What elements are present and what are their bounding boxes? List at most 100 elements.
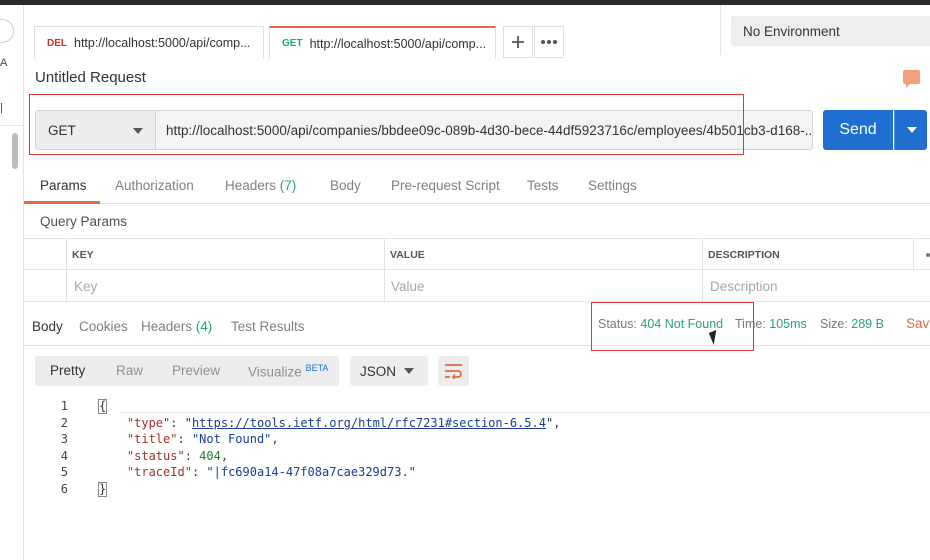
tab-url-label: http://localhost:5000/api/comp... (309, 36, 487, 51)
chevron-down-icon (133, 128, 143, 134)
column-header-description: DESCRIPTION (708, 249, 780, 261)
sidebar-divider (0, 125, 24, 126)
json-link[interactable]: https://tools.ietf.org/html/rfc7231#sect… (192, 416, 546, 430)
postman-window: A | DEL http://localhost:5000/api/comp..… (0, 0, 930, 560)
code-line: } (98, 482, 108, 497)
status-label: Status: (598, 317, 637, 331)
request-config-tabs: Params Authorization Headers (7) Body Pr… (24, 170, 930, 204)
close-brace: } (98, 482, 108, 497)
size-value[interactable]: 289 B (851, 317, 884, 331)
value-input[interactable]: Value (391, 279, 425, 294)
response-tab-cookies[interactable]: Cookies (79, 319, 128, 334)
url-input-value: http://localhost:5000/api/companies/bbde… (166, 122, 813, 138)
tab-body[interactable]: Body (330, 178, 361, 193)
tab-authorization[interactable]: Authorization (115, 178, 194, 193)
format-visualize-button[interactable]: Visualize BETA (248, 363, 328, 380)
tab-get-request[interactable]: GET http://localhost:5000/api/comp... (269, 26, 496, 59)
send-options-button[interactable] (894, 110, 927, 150)
wrap-lines-icon[interactable] (438, 356, 469, 386)
chevron-down-icon (404, 368, 414, 374)
toolbar-divider (720, 5, 721, 55)
line-number: 3 (60, 432, 68, 446)
headers-count: (7) (279, 178, 297, 193)
status-readout: Status: 404 Not Found (598, 317, 723, 331)
language-dropdown-label: JSON (360, 363, 397, 379)
format-pretty-button[interactable]: Pretty (50, 363, 85, 378)
url-input[interactable]: http://localhost:5000/api/companies/bbde… (156, 110, 813, 150)
line-number: 4 (60, 449, 68, 463)
column-divider (384, 239, 385, 303)
description-input[interactable]: Description (710, 279, 778, 294)
table-header-row (24, 239, 930, 270)
query-params-table: KEY VALUE DESCRIPTION Key Value Descript… (24, 238, 930, 303)
response-tab-headers[interactable]: Headers (4) (141, 319, 212, 334)
line-number: 1 (60, 399, 68, 413)
more-horizontal-icon[interactable] (534, 26, 564, 58)
tab-headers[interactable]: Headers (7) (225, 178, 296, 193)
response-tab-headers-label: Headers (141, 319, 193, 334)
json-key: "traceId" (126, 465, 192, 479)
column-divider (66, 239, 67, 303)
tab-method-label: DEL (47, 37, 67, 49)
tab-method-label: GET (282, 38, 303, 49)
tab-headers-label: Headers (225, 178, 277, 193)
time-readout: Time: 105ms (735, 317, 807, 331)
json-string: "Not Found" (191, 432, 272, 446)
code-line: "title": "Not Found", (126, 432, 279, 446)
environment-selector-label: No Environment (743, 23, 840, 39)
table-options-icon[interactable] (926, 253, 930, 257)
visualize-label: Visualize (248, 364, 302, 380)
sidebar-glyph-a: A (0, 57, 8, 69)
format-preview-button[interactable]: Preview (172, 363, 220, 378)
format-raw-button[interactable]: Raw (116, 363, 143, 378)
json-key: "title" (126, 432, 178, 446)
tab-prerequest-script[interactable]: Pre-request Script (391, 178, 500, 193)
tab-params[interactable]: Params (40, 178, 87, 193)
current-line-rule (120, 412, 930, 413)
tab-settings[interactable]: Settings (588, 178, 637, 193)
column-header-value: VALUE (390, 249, 425, 261)
sidebar-button[interactable] (0, 19, 14, 43)
json-key: "status" (126, 449, 185, 463)
time-value[interactable]: 105ms (769, 317, 807, 331)
code-line: { (98, 399, 108, 414)
request-tabs-bar: DEL http://localhost:5000/api/comp... GE… (24, 5, 720, 59)
time-label: Time: (735, 317, 766, 331)
status-value[interactable]: 404 Not Found (640, 317, 723, 331)
response-body-editor[interactable]: 1 2 3 4 5 6 { "type": "https://tools.iet… (24, 396, 930, 501)
sidebar-glyph-b: | (0, 102, 3, 114)
code-line: "status": 404, (126, 449, 229, 463)
sidebar-edge: A | (0, 5, 24, 560)
column-divider (702, 239, 703, 303)
environment-selector[interactable]: No Environment (731, 16, 930, 46)
code-line: "type": "https://tools.ietf.org/html/rfc… (126, 416, 561, 430)
tab-delete-request[interactable]: DEL http://localhost:5000/api/comp... (34, 26, 264, 59)
method-dropdown-label: GET (48, 122, 76, 138)
open-brace: { (98, 399, 108, 414)
response-tab-test-results[interactable]: Test Results (231, 319, 305, 334)
sidebar-scrollbar[interactable] (12, 133, 18, 169)
json-number: 404 (199, 449, 221, 463)
line-number: 6 (60, 482, 68, 496)
column-header-key: KEY (72, 249, 94, 261)
active-tab-indicator (24, 201, 100, 204)
line-number: 2 (60, 416, 68, 430)
beta-badge: BETA (305, 363, 329, 373)
language-dropdown[interactable]: JSON (350, 356, 428, 386)
method-dropdown[interactable]: GET (35, 110, 156, 150)
line-number: 5 (60, 465, 68, 479)
request-title[interactable]: Untitled Request (35, 69, 146, 86)
response-tab-body[interactable]: Body (32, 319, 63, 334)
tab-url-label: http://localhost:5000/api/comp... (74, 36, 251, 50)
size-readout: Size: 289 B (820, 317, 884, 331)
send-button[interactable]: Send (823, 110, 893, 150)
tab-tests[interactable]: Tests (527, 178, 559, 193)
json-key: "type" (126, 416, 171, 430)
key-input[interactable]: Key (74, 279, 97, 294)
plus-icon[interactable] (503, 26, 533, 58)
query-params-label: Query Params (40, 214, 128, 229)
size-label: Size: (820, 317, 848, 331)
comment-icon[interactable] (903, 70, 920, 88)
json-string: "|fc690a14-47f08a7cae329d73." (206, 465, 416, 479)
save-response-button[interactable]: Save (906, 316, 930, 331)
